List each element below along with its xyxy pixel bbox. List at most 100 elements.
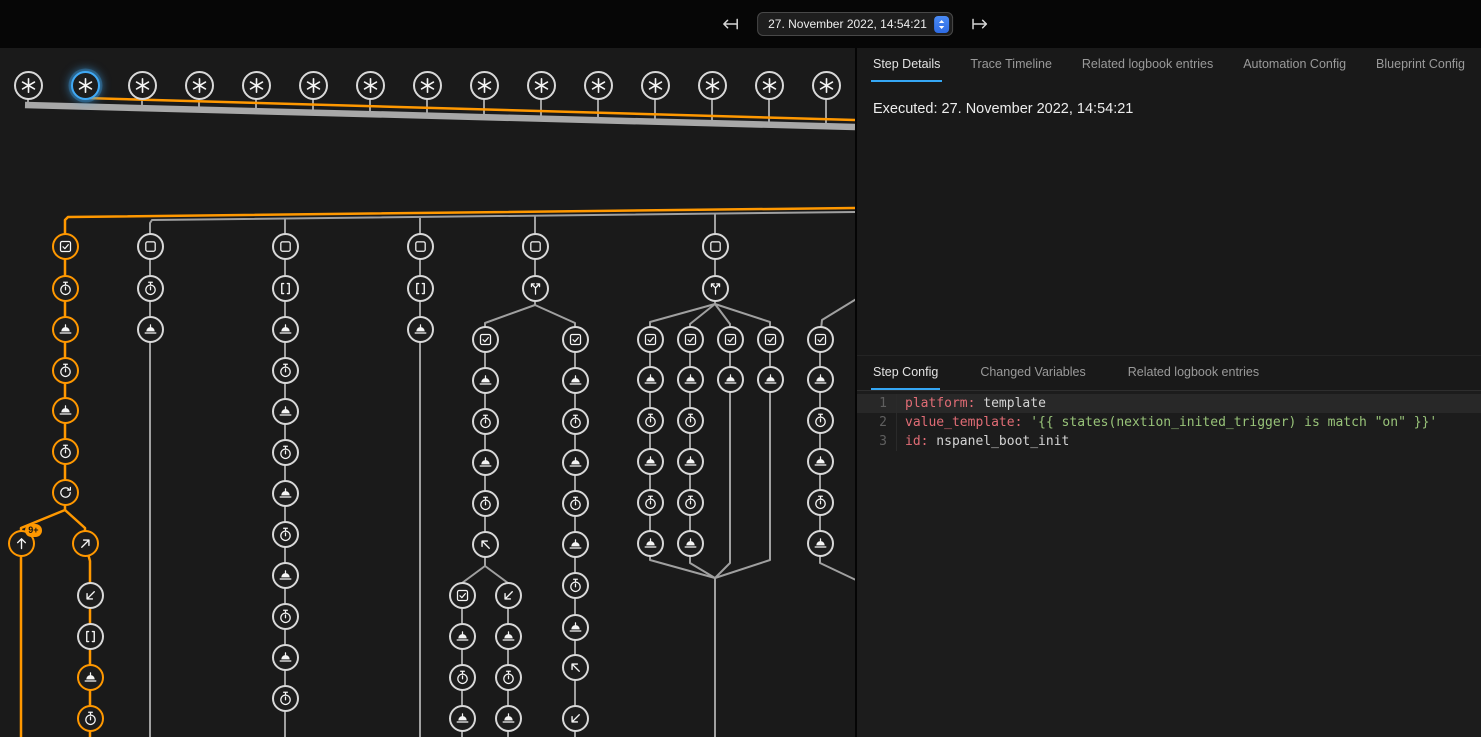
trace-node[interactable] <box>562 449 589 476</box>
trace-node[interactable] <box>71 71 100 100</box>
tab-step-details[interactable]: Step Details <box>871 48 942 82</box>
tab-related-logbook-entries[interactable]: Related logbook entries <box>1126 356 1261 390</box>
trace-node[interactable] <box>52 316 79 343</box>
trace-node[interactable] <box>807 489 834 516</box>
trace-node[interactable] <box>272 439 299 466</box>
trace-node[interactable] <box>472 531 499 558</box>
trace-node[interactable] <box>641 71 670 100</box>
trace-node[interactable] <box>702 275 729 302</box>
next-run-button[interactable] <box>968 12 992 36</box>
trace-node[interactable] <box>356 71 385 100</box>
trace-graph-panel[interactable]: 9+ <box>0 48 855 737</box>
trace-node[interactable] <box>52 479 79 506</box>
trace-node[interactable] <box>272 562 299 589</box>
trace-node[interactable] <box>272 398 299 425</box>
trace-node[interactable] <box>495 664 522 691</box>
trace-node[interactable] <box>137 233 164 260</box>
trace-node[interactable] <box>755 71 784 100</box>
trace-node[interactable] <box>272 644 299 671</box>
trace-node[interactable] <box>522 233 549 260</box>
yaml-editor[interactable]: 1platform: template2value_template: '{{ … <box>857 391 1481 737</box>
trace-node[interactable] <box>677 448 704 475</box>
trace-node[interactable] <box>185 71 214 100</box>
trace-node[interactable] <box>562 614 589 641</box>
trace-node[interactable] <box>677 326 704 353</box>
trace-node[interactable]: 9+ <box>8 530 35 557</box>
trace-node[interactable] <box>77 623 104 650</box>
trace-node[interactable] <box>677 407 704 434</box>
trace-node[interactable] <box>757 366 784 393</box>
trace-node[interactable] <box>562 490 589 517</box>
trace-node[interactable] <box>272 480 299 507</box>
trace-node[interactable] <box>472 408 499 435</box>
trace-node[interactable] <box>757 326 784 353</box>
trace-node[interactable] <box>717 326 744 353</box>
tab-related-logbook-entries[interactable]: Related logbook entries <box>1080 48 1215 82</box>
trace-node[interactable] <box>702 233 729 260</box>
trace-node[interactable] <box>272 357 299 384</box>
trace-node[interactable] <box>272 233 299 260</box>
trace-node[interactable] <box>717 366 744 393</box>
trace-node[interactable] <box>807 448 834 475</box>
trace-node[interactable] <box>470 71 499 100</box>
trace-node[interactable] <box>807 407 834 434</box>
trace-node[interactable] <box>242 71 271 100</box>
trace-node[interactable] <box>527 71 556 100</box>
trace-node[interactable] <box>637 407 664 434</box>
trace-node[interactable] <box>14 71 43 100</box>
trace-node[interactable] <box>562 705 589 732</box>
trace-node[interactable] <box>128 71 157 100</box>
trace-node[interactable] <box>77 705 104 732</box>
trace-node[interactable] <box>137 316 164 343</box>
trace-node[interactable] <box>698 71 727 100</box>
tab-changed-variables[interactable]: Changed Variables <box>978 356 1087 390</box>
trace-node[interactable] <box>495 705 522 732</box>
trace-node[interactable] <box>72 530 99 557</box>
trace-node[interactable] <box>272 316 299 343</box>
trace-node[interactable] <box>562 654 589 681</box>
trace-node[interactable] <box>562 408 589 435</box>
trace-node[interactable] <box>272 685 299 712</box>
trace-node[interactable] <box>52 233 79 260</box>
trace-node[interactable] <box>407 233 434 260</box>
tab-trace-timeline[interactable]: Trace Timeline <box>968 48 1054 82</box>
trace-node[interactable] <box>637 448 664 475</box>
trace-node[interactable] <box>807 366 834 393</box>
trace-node[interactable] <box>449 582 476 609</box>
trace-node[interactable] <box>472 326 499 353</box>
trace-node[interactable] <box>472 490 499 517</box>
trace-node[interactable] <box>637 326 664 353</box>
trace-node[interactable] <box>584 71 613 100</box>
trace-node[interactable] <box>562 326 589 353</box>
trace-node[interactable] <box>449 705 476 732</box>
trace-node[interactable] <box>637 366 664 393</box>
trace-node[interactable] <box>77 582 104 609</box>
trace-node[interactable] <box>812 71 841 100</box>
trace-node[interactable] <box>495 582 522 609</box>
trace-node[interactable] <box>52 275 79 302</box>
trace-node[interactable] <box>449 623 476 650</box>
trace-node[interactable] <box>677 366 704 393</box>
trace-node[interactable] <box>77 664 104 691</box>
trace-node[interactable] <box>637 530 664 557</box>
trace-node[interactable] <box>449 664 476 691</box>
tab-automation-config[interactable]: Automation Config <box>1241 48 1348 82</box>
trace-node[interactable] <box>562 531 589 558</box>
trace-node[interactable] <box>272 603 299 630</box>
trace-node[interactable] <box>413 71 442 100</box>
trace-node[interactable] <box>472 367 499 394</box>
trace-node[interactable] <box>52 357 79 384</box>
run-picker[interactable]: 27. November 2022, 14:54:21 <box>757 12 953 36</box>
trace-node[interactable] <box>299 71 328 100</box>
tab-step-config[interactable]: Step Config <box>871 356 940 390</box>
trace-node[interactable] <box>272 521 299 548</box>
trace-node[interactable] <box>52 397 79 424</box>
trace-node[interactable] <box>272 275 299 302</box>
trace-node[interactable] <box>562 367 589 394</box>
trace-node[interactable] <box>407 316 434 343</box>
tab-blueprint-config[interactable]: Blueprint Config <box>1374 48 1467 82</box>
trace-node[interactable] <box>677 489 704 516</box>
trace-node[interactable] <box>637 489 664 516</box>
trace-node[interactable] <box>137 275 164 302</box>
trace-node[interactable] <box>562 572 589 599</box>
